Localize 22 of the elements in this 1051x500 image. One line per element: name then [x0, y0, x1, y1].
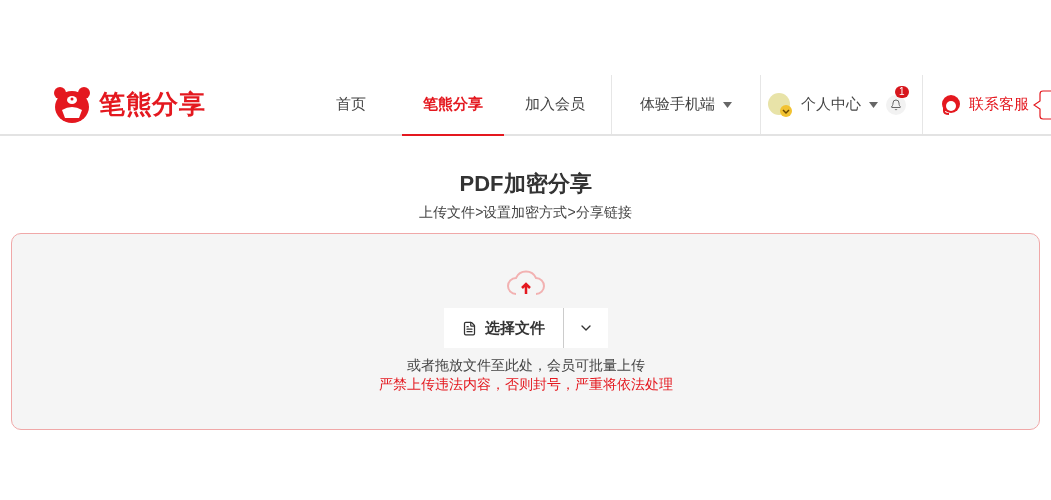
- upload-hint: 或者拖放文件至此处，会员可批量上传: [406, 356, 645, 375]
- upload-steps: 上传文件>设置加密方式>分享链接: [419, 202, 632, 223]
- upload-warning: 严禁上传违法内容，否则封号，严重将依法处理: [378, 375, 673, 394]
- caret-icon: [869, 101, 878, 108]
- bell-icon: [890, 98, 902, 111]
- cloud-upload-icon: [505, 268, 546, 298]
- avatar-icon: [767, 91, 793, 118]
- page-title: PDF加密分享: [459, 170, 592, 198]
- caret-icon: [723, 101, 732, 108]
- bear-logo-icon: [53, 85, 91, 124]
- notification-badge: 1: [895, 85, 909, 98]
- nav-link[interactable]: 首页: [300, 75, 402, 136]
- user-menu[interactable]: 个人中心: [767, 91, 878, 118]
- upload-dropzone[interactable]: 选择文件 或者拖放文件至此处，会员可批量上传 严禁上传违法内容，否则封号，严重将依法处理: [11, 233, 1040, 430]
- logo-text: 笔熊分享: [99, 88, 206, 121]
- nav-link[interactable]: 笔熊分享: [402, 75, 504, 136]
- chat-bubble-icon: [1033, 89, 1051, 120]
- support-link[interactable]: 联系客服: [923, 75, 1029, 134]
- notification-button[interactable]: [886, 94, 906, 115]
- file-icon: [461, 320, 477, 336]
- nav-link[interactable]: 加入会员: [504, 75, 606, 136]
- mobile-menu[interactable]: 体验手机端: [612, 75, 760, 134]
